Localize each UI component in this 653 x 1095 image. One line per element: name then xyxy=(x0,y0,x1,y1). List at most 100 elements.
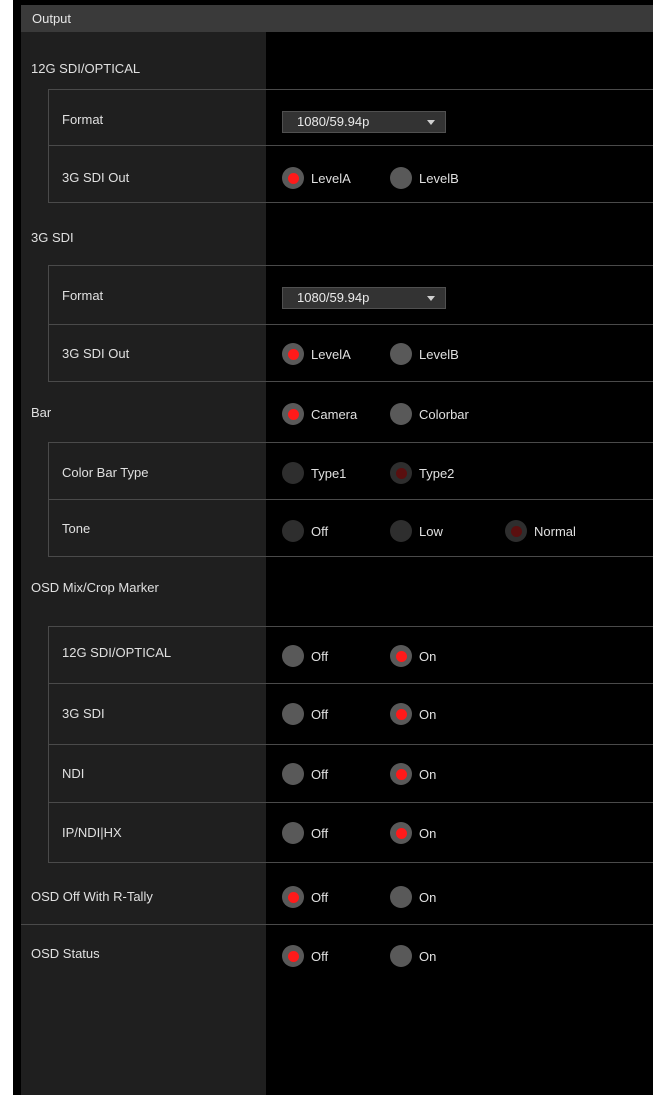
divider xyxy=(48,683,653,684)
radio-osd-12g-on[interactable]: On xyxy=(390,645,436,667)
radio-selected-icon xyxy=(390,462,412,484)
radio-unselected-icon xyxy=(390,886,412,908)
radio-selected-icon xyxy=(390,703,412,725)
group-indent-line xyxy=(48,89,49,202)
group-indent-line xyxy=(48,265,49,381)
divider xyxy=(48,324,653,325)
chevron-down-icon xyxy=(427,120,435,125)
radio-label: Off xyxy=(311,825,329,841)
radio-selected-icon xyxy=(390,645,412,667)
radio-label: Type1 xyxy=(311,465,347,481)
radio-label: On xyxy=(419,889,437,905)
control-column xyxy=(266,32,653,1095)
radio-bar-camera[interactable]: Camera xyxy=(282,403,357,425)
radio-label: Off xyxy=(311,948,329,964)
radio-tone-normal[interactable]: Normal xyxy=(505,520,576,542)
radio-selected-icon xyxy=(505,520,527,542)
radio-type1[interactable]: Type1 xyxy=(282,462,346,484)
osd-mix-row-label: IP/NDI|HX xyxy=(62,825,122,840)
format-select-value: 1080/59.94p xyxy=(297,290,370,305)
radio-label: On xyxy=(419,948,437,964)
chevron-down-icon xyxy=(427,296,435,301)
radio-unselected-icon xyxy=(282,520,304,542)
radio-12g-levelb[interactable]: LevelB xyxy=(390,167,459,189)
divider xyxy=(48,744,653,745)
divider xyxy=(48,145,653,146)
radio-selected-icon xyxy=(282,343,304,365)
radio-osd-ipndihx-off[interactable]: Off xyxy=(282,822,328,844)
group-indent-line xyxy=(48,442,49,556)
radio-label: LevelB xyxy=(419,170,459,186)
divider xyxy=(48,202,653,203)
format-select-3g[interactable]: 1080/59.94p xyxy=(282,287,446,309)
divider xyxy=(48,862,653,863)
radio-osd-ipndihx-on[interactable]: On xyxy=(390,822,436,844)
radio-label: Low xyxy=(419,523,443,539)
radio-osd-12g-off[interactable]: Off xyxy=(282,645,328,667)
radio-label: Colorbar xyxy=(419,406,469,422)
radio-label: On xyxy=(419,648,437,664)
divider xyxy=(48,499,653,500)
radio-3g-levelb[interactable]: LevelB xyxy=(390,343,459,365)
osd-mix-row-label: 12G SDI/OPTICAL xyxy=(62,645,172,660)
radio-tally-off[interactable]: Off xyxy=(282,886,328,908)
radio-unselected-icon xyxy=(282,645,304,667)
radio-3g-levela[interactable]: LevelA xyxy=(282,343,351,365)
divider xyxy=(48,442,653,443)
color-bar-type-label: Color Bar Type xyxy=(62,465,149,480)
radio-osd-ndi-off[interactable]: Off xyxy=(282,763,328,785)
group-title-osd-mix: OSD Mix/Crop Marker xyxy=(31,580,159,595)
radio-unselected-icon xyxy=(282,763,304,785)
radio-unselected-icon xyxy=(282,822,304,844)
radio-unselected-icon xyxy=(390,167,412,189)
divider xyxy=(48,89,653,90)
radio-tone-low[interactable]: Low xyxy=(390,520,443,542)
radio-type2[interactable]: Type2 xyxy=(390,462,454,484)
radio-selected-icon xyxy=(390,763,412,785)
radio-label: Off xyxy=(311,706,329,722)
osd-status-label: OSD Status xyxy=(31,946,100,961)
radio-selected-icon xyxy=(282,167,304,189)
group-title-3g-sdi: 3G SDI xyxy=(31,230,74,245)
radio-label: Off xyxy=(311,523,329,539)
bar-label: Bar xyxy=(31,405,52,420)
divider xyxy=(48,626,653,627)
radio-label: Normal xyxy=(534,523,576,539)
radio-osd-ndi-on[interactable]: On xyxy=(390,763,436,785)
divider xyxy=(48,556,653,557)
radio-osd-3g-on[interactable]: On xyxy=(390,703,436,725)
3g-sdi-out-label: 3G SDI Out xyxy=(62,346,130,361)
format-select-12g[interactable]: 1080/59.94p xyxy=(282,111,446,133)
osd-off-with-r-tally-label: OSD Off With R-Tally xyxy=(31,889,153,904)
radio-label: Off xyxy=(311,766,329,782)
radio-tally-on[interactable]: On xyxy=(390,886,436,908)
label-column xyxy=(21,32,266,1095)
divider xyxy=(48,802,653,803)
divider xyxy=(21,924,653,925)
group-title-12g-sdi: 12G SDI/OPTICAL xyxy=(31,61,141,76)
radio-status-on[interactable]: On xyxy=(390,945,436,967)
radio-selected-icon xyxy=(282,945,304,967)
radio-label: On xyxy=(419,766,437,782)
radio-unselected-icon xyxy=(390,343,412,365)
divider xyxy=(48,265,653,266)
tone-label: Tone xyxy=(62,521,91,536)
radio-label: LevelB xyxy=(419,346,459,362)
radio-osd-3g-off[interactable]: Off xyxy=(282,703,328,725)
radio-label: Off xyxy=(311,889,329,905)
radio-unselected-icon xyxy=(282,462,304,484)
section-header-output: Output xyxy=(21,5,653,32)
radio-label: LevelA xyxy=(311,170,351,186)
radio-selected-icon xyxy=(282,403,304,425)
radio-unselected-icon xyxy=(390,403,412,425)
radio-label: On xyxy=(419,825,437,841)
radio-unselected-icon xyxy=(390,520,412,542)
radio-12g-levela[interactable]: LevelA xyxy=(282,167,351,189)
radio-tone-off[interactable]: Off xyxy=(282,520,328,542)
radio-label: Camera xyxy=(311,406,358,422)
radio-bar-colorbar[interactable]: Colorbar xyxy=(390,403,469,425)
divider xyxy=(48,381,653,382)
radio-unselected-icon xyxy=(282,703,304,725)
radio-label: LevelA xyxy=(311,346,351,362)
radio-status-off[interactable]: Off xyxy=(282,945,328,967)
